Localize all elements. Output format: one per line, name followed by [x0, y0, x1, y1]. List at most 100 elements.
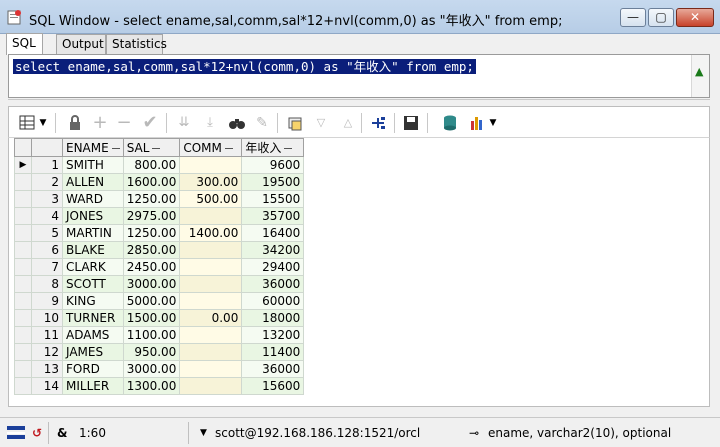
grid-view-icon[interactable] — [17, 112, 39, 134]
cell-income[interactable]: 19500 — [241, 173, 305, 191]
fetch-next-icon[interactable]: ⇊ — [173, 112, 195, 134]
cell-sal[interactable]: 1300.00 — [122, 377, 181, 395]
cell-ename[interactable]: KING — [62, 292, 124, 310]
cell-sal[interactable]: 3000.00 — [122, 275, 181, 293]
cell-sal[interactable]: 1250.00 — [122, 190, 181, 208]
cell-comm[interactable] — [179, 360, 243, 378]
cell-income[interactable]: 60000 — [241, 292, 305, 310]
column-header-ename[interactable]: ENAME — [62, 138, 124, 157]
cell-sal[interactable]: 3000.00 — [122, 360, 181, 378]
chevron-down-icon[interactable]: ▼ — [200, 424, 207, 442]
table-row[interactable]: 14 MILLER 1300.00 15600 — [14, 377, 305, 395]
cell-comm[interactable] — [179, 326, 243, 344]
table-row[interactable]: 4 JONES 2975.00 35700 — [14, 207, 305, 225]
tab-statistics[interactable]: Statistics — [106, 34, 167, 54]
close-button[interactable]: ✕ — [676, 8, 714, 27]
cell-income[interactable]: 15500 — [241, 190, 305, 208]
table-row[interactable]: 13 FORD 3000.00 36000 — [14, 360, 305, 378]
cell-ename[interactable]: ALLEN — [62, 173, 124, 191]
maximize-button[interactable]: ▢ — [648, 8, 674, 27]
save-icon[interactable] — [400, 112, 422, 134]
cell-income[interactable]: 29400 — [241, 258, 305, 276]
cell-income[interactable]: 35700 — [241, 207, 305, 225]
cell-income[interactable]: 18000 — [241, 309, 305, 327]
cell-comm[interactable] — [179, 292, 243, 310]
database-export-icon[interactable] — [440, 112, 462, 134]
cell-ename[interactable]: SCOTT — [62, 275, 124, 293]
cell-comm[interactable]: 300.00 — [179, 173, 243, 191]
minimize-button[interactable]: — — [620, 8, 646, 27]
column-menu-icon[interactable] — [111, 147, 120, 149]
lock-icon[interactable] — [64, 112, 86, 134]
cell-sal[interactable]: 1100.00 — [122, 326, 181, 344]
editor-scrollbar[interactable]: ▲ — [691, 55, 709, 97]
row-number[interactable]: 12 — [31, 343, 63, 361]
splitter[interactable] — [8, 99, 710, 104]
table-row[interactable]: 2 ALLEN 1600.00 300.00 19500 — [14, 173, 305, 191]
table-row[interactable]: 8 SCOTT 3000.00 36000 — [14, 275, 305, 293]
row-number[interactable]: 1 — [31, 156, 63, 174]
cell-income[interactable]: 11400 — [241, 343, 305, 361]
row-number[interactable]: 9 — [31, 292, 63, 310]
cell-sal[interactable]: 5000.00 — [122, 292, 181, 310]
row-number[interactable]: 5 — [31, 224, 63, 242]
cell-ename[interactable]: JONES — [62, 207, 124, 225]
cell-income[interactable]: 16400 — [241, 224, 305, 242]
cell-comm[interactable]: 0.00 — [179, 309, 243, 327]
cell-sal[interactable]: 800.00 — [122, 156, 181, 174]
table-row[interactable]: 3 WARD 1250.00 500.00 15500 — [14, 190, 305, 208]
chevron-down-icon[interactable]: ▼ — [487, 112, 499, 134]
column-header-comm[interactable]: COMM — [179, 138, 243, 157]
cell-income[interactable]: 13200 — [241, 326, 305, 344]
row-number[interactable]: 14 — [31, 377, 63, 395]
cell-comm[interactable]: 1400.00 — [179, 224, 243, 242]
tree-view-icon[interactable] — [367, 112, 389, 134]
table-row[interactable]: ▶ 1 SMITH 800.00 9600 — [14, 156, 305, 174]
cell-ename[interactable]: MARTIN — [62, 224, 124, 242]
row-number[interactable]: 2 — [31, 173, 63, 191]
row-number[interactable]: 8 — [31, 275, 63, 293]
column-menu-icon[interactable] — [224, 147, 233, 149]
row-number[interactable]: 7 — [31, 258, 63, 276]
cell-income[interactable]: 34200 — [241, 241, 305, 259]
table-row[interactable]: 9 KING 5000.00 60000 — [14, 292, 305, 310]
table-row[interactable]: 12 JAMES 950.00 11400 — [14, 343, 305, 361]
cell-sal[interactable]: 1250.00 — [122, 224, 181, 242]
column-menu-icon[interactable] — [284, 148, 293, 149]
cell-ename[interactable]: JAMES — [62, 343, 124, 361]
result-grid[interactable]: ENAME SAL COMM 年收入 ▶ 1 SMITH 800.00 9600 2 ALL… — [8, 137, 710, 407]
sql-editor[interactable]: select ename,sal,comm,sal*12+nvl(comm,0)… — [8, 54, 710, 98]
table-row[interactable]: 10 TURNER 1500.00 0.00 18000 — [14, 309, 305, 327]
cell-comm[interactable] — [179, 241, 243, 259]
row-number[interactable]: 3 — [31, 190, 63, 208]
cell-sal[interactable]: 950.00 — [122, 343, 181, 361]
cell-ename[interactable]: TURNER — [62, 309, 124, 327]
cell-ename[interactable]: BLAKE — [62, 241, 124, 259]
table-row[interactable]: 5 MARTIN 1250.00 1400.00 16400 — [14, 224, 305, 242]
table-row[interactable]: 11 ADAMS 1100.00 13200 — [14, 326, 305, 344]
cell-ename[interactable]: FORD — [62, 360, 124, 378]
cell-sal[interactable]: 1500.00 — [122, 309, 181, 327]
cell-sal[interactable]: 2850.00 — [122, 241, 181, 259]
cell-ename[interactable]: WARD — [62, 190, 124, 208]
cell-income[interactable]: 9600 — [241, 156, 305, 174]
table-row[interactable]: 6 BLAKE 2850.00 34200 — [14, 241, 305, 259]
add-record-icon[interactable]: + — [89, 112, 111, 134]
cell-sal[interactable]: 1600.00 — [122, 173, 181, 191]
table-row[interactable]: 7 CLARK 2450.00 29400 — [14, 258, 305, 276]
cell-comm[interactable]: 500.00 — [179, 190, 243, 208]
post-checkmark-icon[interactable]: ✔ — [139, 112, 161, 134]
cell-comm[interactable] — [179, 258, 243, 276]
row-number[interactable]: 11 — [31, 326, 63, 344]
fetch-last-icon[interactable]: ⤓ — [199, 112, 221, 134]
cell-comm[interactable] — [179, 156, 243, 174]
binoculars-icon[interactable] — [226, 112, 248, 134]
chevron-up-outline-icon[interactable]: △ — [337, 112, 359, 134]
row-number[interactable]: 4 — [31, 207, 63, 225]
cell-income[interactable]: 36000 — [241, 275, 305, 293]
column-menu-icon[interactable] — [152, 147, 161, 149]
cell-comm[interactable] — [179, 275, 243, 293]
cell-sal[interactable]: 2450.00 — [122, 258, 181, 276]
green-up-arrow-icon[interactable]: ▲ — [695, 65, 703, 78]
column-header-income[interactable]: 年收入 — [241, 138, 305, 157]
